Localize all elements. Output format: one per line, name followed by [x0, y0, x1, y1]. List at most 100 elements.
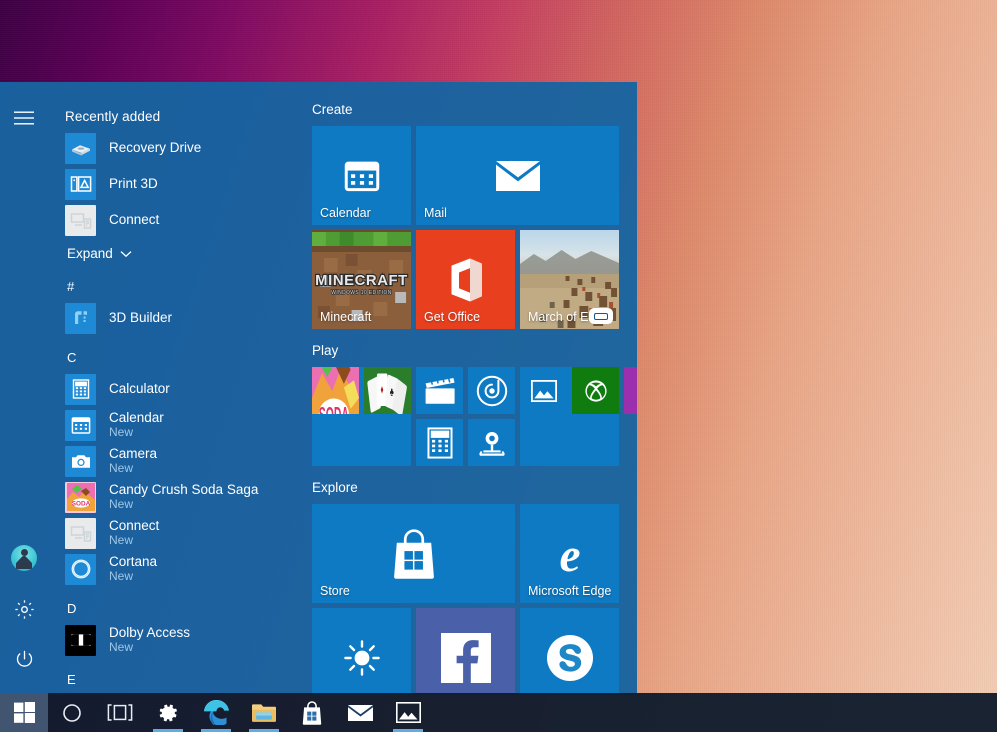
app-list-letter-header[interactable]: D — [48, 587, 305, 622]
store-icon — [301, 700, 323, 725]
calendar-icon — [65, 409, 96, 441]
calculator-tile-icon — [416, 419, 463, 466]
app-list-item-badge: New — [109, 533, 134, 548]
start-tile-label: Minecraft — [320, 310, 372, 324]
app-list-item[interactable]: Connect New — [48, 515, 305, 551]
skype-tile-icon — [520, 608, 619, 695]
connect-icon — [65, 204, 96, 236]
svg-text:e: e — [559, 529, 580, 579]
start-tile[interactable]: March of Em — [520, 230, 619, 329]
app-list-item[interactable]: Calendar New — [48, 407, 305, 443]
print-3d-icon — [65, 168, 96, 200]
settings-button[interactable] — [0, 595, 48, 623]
connect-icon — [65, 517, 96, 549]
start-tile[interactable] — [520, 608, 619, 695]
taskbar-file-explorer-button[interactable] — [240, 693, 288, 732]
task-view-icon — [107, 704, 133, 721]
tile-group-title: Create — [312, 102, 353, 117]
app-list-item[interactable]: Connect — [48, 202, 305, 238]
start-tile[interactable] — [312, 608, 411, 695]
candy-crush-tile-icon: SODA — [312, 367, 359, 414]
mail-icon — [347, 703, 374, 723]
taskbar-start-button[interactable] — [0, 693, 48, 732]
power-icon — [14, 649, 35, 670]
start-tile[interactable]: N — [624, 367, 637, 414]
start-tile[interactable] — [520, 367, 567, 414]
app-list-letter-header[interactable]: E — [48, 658, 305, 693]
app-list-item-label: Dolby Access — [109, 625, 191, 641]
app-list-item[interactable]: Dolby Access New — [48, 622, 305, 658]
3d-builder-tile-icon — [468, 419, 515, 466]
app-list-letter-header[interactable]: # — [48, 265, 305, 300]
app-list-item[interactable]: 3D Builder — [48, 300, 305, 336]
app-list-letter-header[interactable]: C — [48, 336, 305, 371]
live-tile-badge-icon — [589, 308, 613, 324]
app-list-item-badge: New — [109, 640, 134, 655]
cortana-icon — [65, 553, 96, 585]
taskbar-photos-button[interactable] — [384, 693, 432, 732]
start-tile[interactable] — [572, 367, 619, 414]
tile-area: Create Calendar Mail MINECRAFT WINDOWS 10 ED… — [305, 82, 637, 695]
svg-text:♣: ♣ — [390, 385, 394, 399]
app-list-item[interactable]: Recovery Drive — [48, 130, 305, 166]
app-list-item-label: Print 3D — [109, 176, 158, 192]
tile-group-title: Explore — [312, 480, 358, 495]
taskbar-cortana-button[interactable] — [48, 693, 96, 732]
taskbar-edge-button[interactable] — [192, 693, 240, 732]
taskbar — [0, 693, 997, 732]
user-account-button[interactable] — [0, 543, 48, 573]
start-menu-rail — [0, 82, 48, 695]
start-tile[interactable]: Mail — [416, 126, 619, 225]
start-tile-label: Calendar — [320, 206, 371, 220]
start-tile[interactable]: MINECRAFT WINDOWS 10 EDITION Minecraft — [312, 230, 411, 329]
app-list-item[interactable]: Calculator — [48, 371, 305, 407]
solitaire-tile-icon: XBOX LIVE♦♣ — [364, 367, 411, 414]
hamburger-menu-button[interactable] — [0, 94, 48, 142]
start-tile-label: Store — [320, 584, 350, 598]
start-tile[interactable]: Calendar — [312, 126, 411, 225]
start-tile-label: Microsoft Edge — [528, 584, 612, 598]
alphabetical-app-list: #3D Builder C Calculator Calendar New Camera N… — [48, 265, 305, 693]
windows-logo-icon — [13, 702, 35, 723]
start-tile[interactable] — [416, 608, 515, 695]
start-tile[interactable]: XBOX LIVE♦♣ — [364, 367, 411, 414]
recovery-drive-icon — [65, 132, 96, 164]
edge-icon — [203, 700, 229, 725]
power-button[interactable] — [0, 645, 48, 673]
start-tile[interactable] — [416, 419, 463, 466]
start-tile[interactable] — [468, 419, 515, 466]
camera-icon — [65, 445, 96, 477]
taskbar-settings-button[interactable] — [144, 693, 192, 732]
desktop-screen: Recently added Recovery Drive Print 3D Con… — [0, 0, 997, 732]
start-tile[interactable] — [468, 367, 515, 414]
start-tile[interactable]: e Microsoft Edge — [520, 504, 619, 603]
taskbar-store-button[interactable] — [288, 693, 336, 732]
app-list-item-badge: New — [109, 569, 134, 584]
app-list-item[interactable]: Camera New — [48, 443, 305, 479]
app-list-item[interactable]: SODA Candy Crush Soda Saga New — [48, 479, 305, 515]
candy-crush-icon: SODA — [65, 481, 96, 513]
app-list[interactable]: Recently added Recovery Drive Print 3D Con… — [48, 82, 305, 695]
start-tile[interactable]: Store — [312, 504, 515, 603]
start-menu-rail-bottom — [0, 543, 48, 673]
app-list-item-label: Cortana — [109, 554, 158, 570]
app-list-item-label: Calendar — [109, 410, 164, 426]
groove-music-tile-icon — [468, 367, 515, 414]
dolby-access-icon — [65, 624, 96, 656]
app-list-item[interactable]: Print 3D — [48, 166, 305, 202]
start-tile[interactable] — [416, 367, 463, 414]
taskbar-mail-button[interactable] — [336, 693, 384, 732]
tile-group: Explore Store e Microsoft Edge — [305, 480, 637, 695]
taskbar-task-view-button[interactable] — [96, 693, 144, 732]
svg-text:SODA: SODA — [319, 401, 349, 414]
start-tile[interactable]: SODA — [312, 367, 359, 414]
app-list-item[interactable]: Cortana New — [48, 551, 305, 587]
app-list-item-label: 3D Builder — [109, 310, 173, 326]
expand-button[interactable]: Expand — [48, 238, 305, 265]
app-list-item-label: Recovery Drive — [109, 140, 202, 156]
start-tile[interactable]: Get Office — [416, 230, 515, 329]
tile-group: Create Calendar Mail MINECRAFT WINDOWS 10 ED… — [305, 102, 637, 329]
app-list-item-label: Connect — [109, 212, 160, 228]
facebook-tile-icon — [416, 608, 515, 695]
recently-added-header: Recently added — [65, 109, 161, 124]
